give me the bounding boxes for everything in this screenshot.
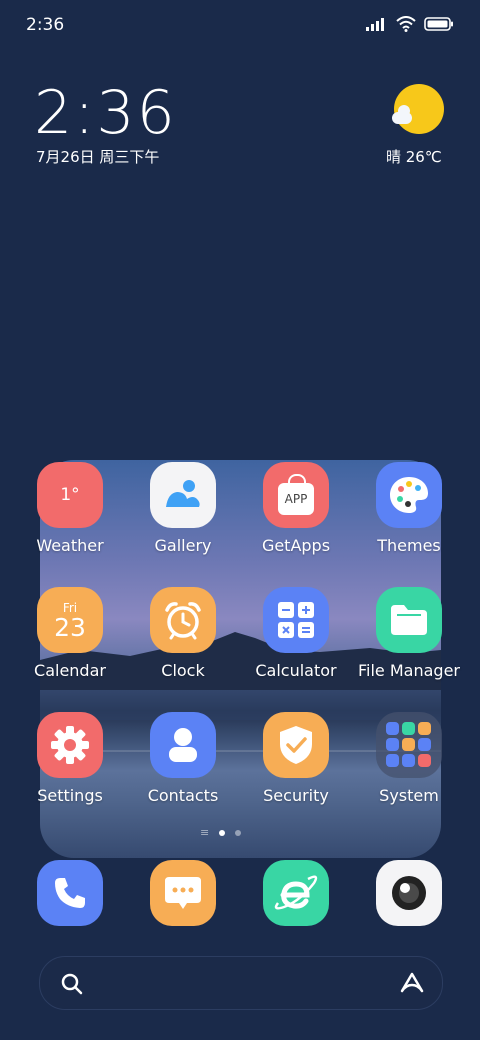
status-bar: 2:36 (0, 0, 480, 50)
dock-phone[interactable] (15, 860, 125, 926)
clock-icon (150, 587, 216, 653)
page-indicator[interactable]: ≡ (200, 826, 242, 839)
app-gallery[interactable]: Gallery (128, 462, 238, 555)
app-label: Gallery (154, 536, 212, 555)
weather-widget-text: 晴 26℃ (386, 148, 442, 166)
gear-icon (37, 712, 103, 778)
search-icon (61, 973, 83, 995)
contacts-icon (150, 712, 216, 778)
weather-icon-temp: 1° (60, 485, 80, 505)
app-label: Settings (37, 786, 103, 805)
app-label: Weather (36, 536, 104, 555)
gallery-icon (150, 462, 216, 528)
dock-camera[interactable] (354, 860, 464, 926)
app-security[interactable]: Security (241, 712, 351, 805)
app-label: Themes (377, 536, 441, 555)
app-contacts[interactable]: Contacts (128, 712, 238, 805)
app-clock[interactable]: Clock (128, 587, 238, 680)
app-weather[interactable]: 1° Weather (15, 462, 125, 555)
phone-icon (37, 860, 103, 926)
signal-icon (366, 18, 384, 31)
browser-icon (263, 860, 329, 926)
app-label: Clock (161, 661, 205, 680)
app-getapps[interactable]: APP GetApps (241, 462, 351, 555)
clock-widget-date: 7月26日 周三下午 (36, 148, 160, 166)
app-label: File Manager (358, 661, 460, 680)
app-label: Calendar (34, 661, 106, 680)
app-settings[interactable]: Settings (15, 712, 125, 805)
clock-widget-time[interactable]: 2:36 (34, 78, 177, 148)
calendar-icon-date: 23 (54, 613, 86, 642)
app-label: Security (263, 786, 329, 805)
status-time: 2:36 (26, 15, 65, 35)
app-label: Calculator (255, 661, 337, 680)
app-themes[interactable]: Themes (354, 462, 464, 555)
dock-messages[interactable] (128, 860, 238, 926)
app-label: System (379, 786, 439, 805)
camera-icon (376, 860, 442, 926)
page-dot[interactable] (235, 830, 242, 836)
calculator-icon (263, 587, 329, 653)
dock-browser[interactable] (241, 860, 351, 926)
app-label: Contacts (147, 786, 219, 805)
folder-icon (376, 587, 442, 653)
battery-icon (424, 17, 453, 31)
cloud-icon (392, 105, 412, 124)
page-dot-active[interactable] (219, 830, 226, 836)
app-calculator[interactable]: Calculator (241, 587, 351, 680)
messages-icon (150, 860, 216, 926)
app-calendar[interactable]: Fri 23 Calendar (15, 587, 125, 680)
assistant-icon[interactable] (398, 971, 426, 995)
app-file-manager[interactable]: File Manager (354, 587, 464, 680)
weather-icon: 1° (37, 462, 103, 528)
shield-icon (263, 712, 329, 778)
getapps-icon: APP (263, 462, 329, 528)
wifi-icon (396, 16, 416, 32)
getapps-icon-text: APP (284, 492, 308, 506)
folder-grid-icon (376, 712, 442, 778)
themes-icon (376, 462, 442, 528)
calendar-icon: Fri 23 (37, 587, 103, 653)
menu-lines-icon: ≡ (200, 826, 210, 839)
app-label: GetApps (261, 536, 331, 555)
app-system-folder[interactable]: System (354, 712, 464, 805)
search-bar[interactable] (39, 956, 443, 1010)
